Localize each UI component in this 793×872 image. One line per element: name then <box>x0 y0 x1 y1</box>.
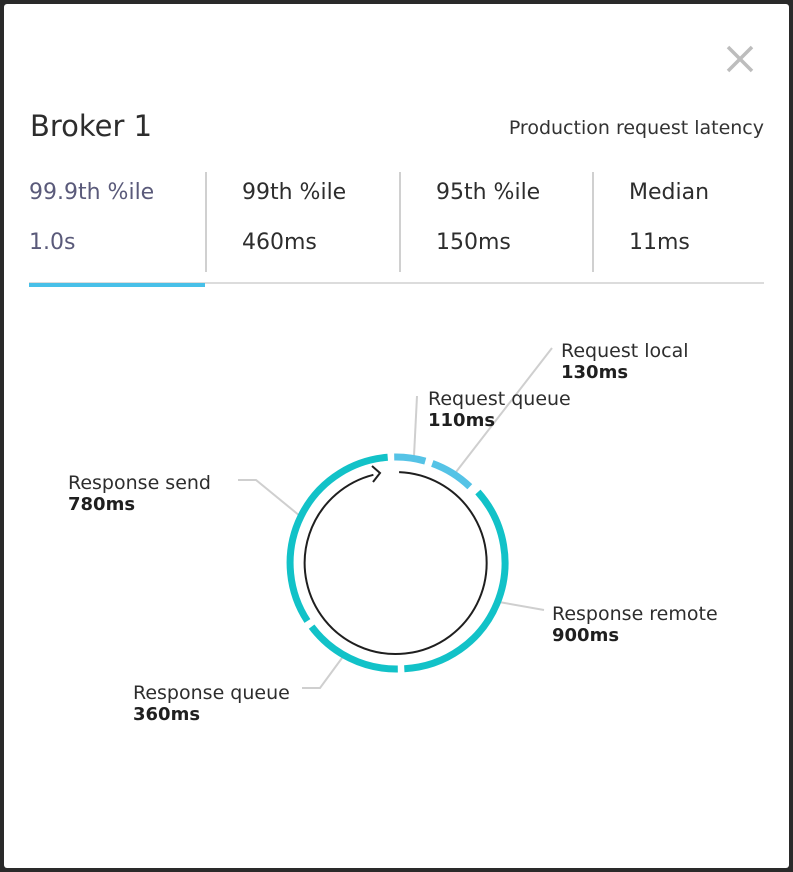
ring-segment-response-queue <box>308 624 398 673</box>
segment-name: Response queue <box>133 682 290 704</box>
label-request-local: Request local 130ms <box>561 340 689 384</box>
flow-arrow-icon <box>371 465 382 483</box>
label-request-queue: Request queue 110ms <box>428 388 571 432</box>
label-response-remote: Response remote 900ms <box>552 603 718 647</box>
segment-value: 110ms <box>428 410 496 431</box>
ring-segment-response-remote <box>404 489 509 673</box>
segment-name: Request queue <box>428 388 571 410</box>
ring-segment-request-queue <box>394 453 427 465</box>
leader-line-request-queue <box>413 395 418 457</box>
broker-latency-modal: Broker 1 Production request latency 99.9… <box>4 4 789 868</box>
segment-value: 780ms <box>68 494 136 515</box>
segment-value: 360ms <box>133 704 201 725</box>
segment-name: Request local <box>561 340 689 362</box>
flow-circle <box>303 471 488 656</box>
leader-line-response-send <box>238 479 301 517</box>
segment-name: Response remote <box>552 603 718 625</box>
segment-value: 130ms <box>561 362 629 383</box>
leader-line-response-queue <box>302 657 343 689</box>
segment-value: 900ms <box>552 625 620 646</box>
label-response-queue: Response queue 360ms <box>133 682 290 726</box>
latency-ring-diagram <box>238 347 553 689</box>
leader-line-response-remote <box>498 601 545 611</box>
segment-name: Response send <box>68 472 211 494</box>
label-response-send: Response send 780ms <box>68 472 211 516</box>
